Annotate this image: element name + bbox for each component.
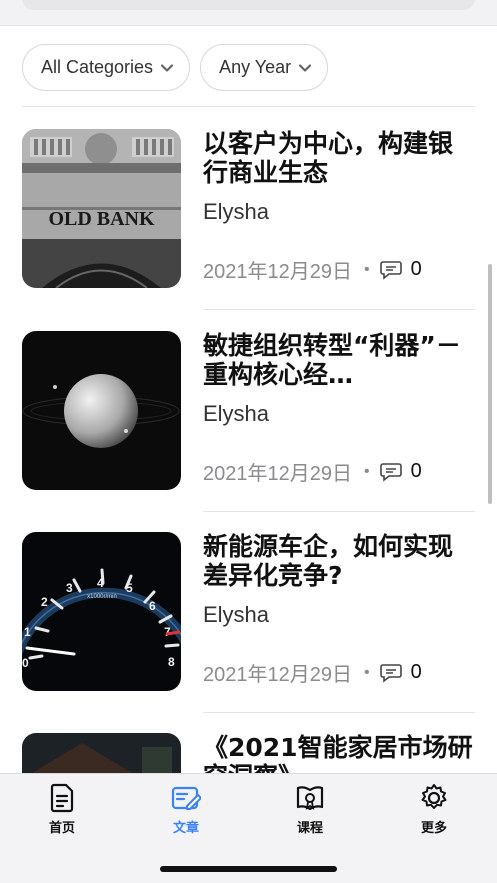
meta-separator-dot: • — [363, 462, 370, 480]
meta-separator-dot: • — [363, 663, 370, 681]
article-title[interactable]: 《2021智能家居市场研究洞察》 — [203, 733, 475, 773]
divider — [22, 106, 475, 107]
article-author: Elysha — [203, 401, 270, 426]
comment-count: 0 — [410, 258, 422, 280]
article-date: 2021年12月29日 — [203, 261, 352, 283]
gauge-tick-label: 3 — [66, 581, 73, 595]
tab-home[interactable]: 首页 — [22, 782, 102, 836]
article-author: Elysha — [203, 602, 270, 627]
search-field[interactable] — [22, 0, 475, 10]
gauge-tick-label: 6 — [149, 599, 156, 613]
article-date: 2021年12月29日 — [203, 463, 352, 485]
book-icon — [296, 786, 324, 811]
gauge-unit-label: x1000r/min — [87, 594, 117, 600]
tab-label: 文章 — [172, 821, 199, 836]
gauge-tick-label: 2 — [41, 595, 48, 609]
tab-label: 更多 — [420, 821, 447, 836]
tab-label: 课程 — [296, 821, 323, 836]
search-bar-area — [0, 0, 497, 26]
gauge-tick-label: 8 — [168, 655, 175, 669]
article-title[interactable]: 新能源车企，如何实现差异化竞争? — [203, 532, 475, 590]
category-filter-label: All Categories — [41, 57, 154, 77]
bank-sign-text: OLD BANK — [48, 208, 155, 230]
article-thumbnail-speedometer: 0 1 2 3 4 5 6 7 8 x1000r/min — [22, 532, 181, 691]
article-item[interactable]: 0 1 2 3 4 5 6 7 8 x1000r/min 新能源车企，如何实现差… — [22, 532, 475, 714]
article-date: 2021年12月29日 — [203, 664, 352, 686]
year-filter-dropdown[interactable]: Any Year — [200, 44, 329, 91]
article-thumbnail-house — [22, 733, 181, 773]
article-item[interactable]: 敏捷组织转型“利器”－重构核心经… Elysha 2021年12月29日 • 0 — [22, 331, 475, 513]
comment-icon — [379, 260, 402, 280]
divider — [203, 712, 475, 713]
gauge-tick-label: 5 — [126, 581, 133, 595]
article-meta: 2021年12月29日 • 0 — [203, 255, 422, 284]
article-thumbnail-planet — [22, 331, 181, 490]
article-author: Elysha — [203, 199, 270, 224]
article-meta: 2021年12月29日 • 0 — [203, 658, 422, 687]
edit-note-icon — [171, 786, 201, 810]
tab-more[interactable]: 更多 — [394, 782, 474, 836]
filter-bar: All Categories Any Year — [22, 44, 329, 91]
gauge-tick-label: 1 — [24, 625, 31, 639]
divider — [203, 309, 475, 310]
article-item[interactable]: 《2021智能家居市场研究洞察》 — [22, 733, 475, 773]
chevron-down-icon — [299, 63, 312, 72]
article-meta: 2021年12月29日 • 0 — [203, 457, 422, 486]
category-filter-dropdown[interactable]: All Categories — [22, 44, 191, 91]
article-item[interactable]: OLD BANK 以客户为中心，构建银行商业生态 Elysha 2021年12月… — [22, 129, 475, 311]
comment-icon — [379, 462, 402, 482]
scrollbar[interactable] — [488, 264, 492, 504]
gauge-tick-label: 4 — [97, 576, 104, 590]
tab-courses[interactable]: 课程 — [270, 782, 350, 836]
article-thumbnail-bank: OLD BANK — [22, 129, 181, 288]
article-title[interactable]: 以客户为中心，构建银行商业生态 — [203, 129, 475, 187]
document-icon — [50, 783, 74, 813]
article-title[interactable]: 敏捷组织转型“利器”－重构核心经… — [203, 331, 475, 389]
tab-articles[interactable]: 文章 — [146, 782, 226, 836]
comment-count: 0 — [410, 661, 422, 683]
tab-label: 首页 — [48, 821, 75, 836]
divider — [203, 511, 475, 512]
home-indicator — [160, 866, 337, 872]
year-filter-label: Any Year — [219, 57, 292, 77]
meta-separator-dot: • — [363, 260, 370, 278]
chevron-down-icon — [161, 63, 174, 72]
gear-icon — [421, 784, 447, 809]
comment-count: 0 — [410, 460, 422, 482]
comment-icon — [379, 663, 402, 683]
gauge-tick-label: 0 — [22, 656, 29, 670]
